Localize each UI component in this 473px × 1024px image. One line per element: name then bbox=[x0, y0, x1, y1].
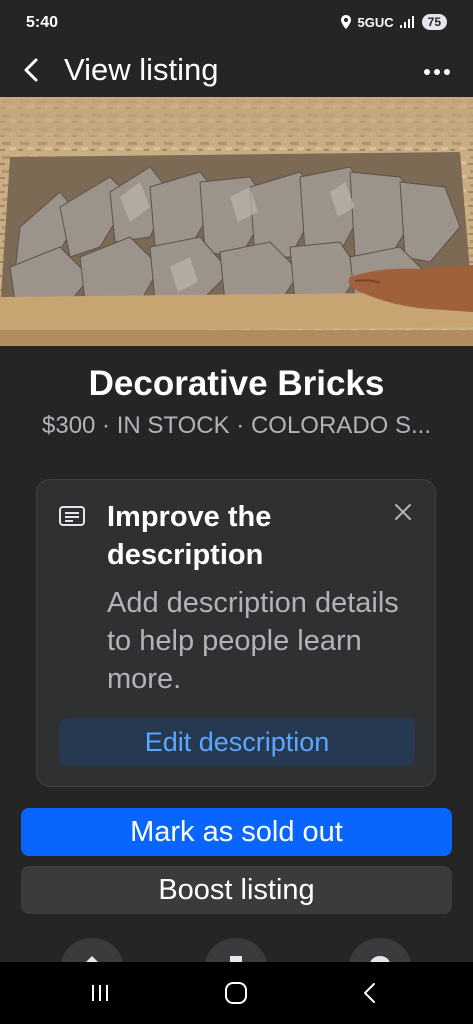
action-button-share[interactable] bbox=[60, 938, 124, 962]
listing-photo-image bbox=[0, 97, 473, 346]
actions-row bbox=[0, 938, 473, 962]
status-time: 5:40 bbox=[26, 14, 59, 31]
page-title: View listing bbox=[64, 52, 219, 87]
status-icons: 5GUC 75 bbox=[340, 14, 447, 30]
close-card-button[interactable] bbox=[389, 498, 417, 526]
more-options-icon bbox=[424, 69, 450, 75]
location-icon bbox=[340, 15, 351, 29]
status-bar: 5:40 5GUC 75 bbox=[0, 0, 473, 46]
signal-icon bbox=[399, 16, 414, 28]
improve-description-card: Improve the description Add description … bbox=[36, 479, 436, 787]
recent-apps-icon bbox=[92, 985, 108, 1001]
network-label: 5GUC bbox=[357, 14, 394, 30]
action-button-save[interactable] bbox=[204, 938, 268, 962]
mark-sold-out-button[interactable]: Mark as sold out bbox=[21, 808, 452, 856]
battery-indicator: 75 bbox=[421, 14, 447, 30]
listing-title: Decorative Bricks bbox=[88, 364, 385, 403]
close-icon bbox=[395, 504, 411, 520]
header: View listing bbox=[0, 46, 473, 96]
system-nav-bar bbox=[0, 962, 473, 1024]
home-icon bbox=[225, 982, 247, 1004]
boost-listing-button[interactable]: Boost listing bbox=[21, 866, 452, 914]
listing-subtitle: $300 · IN STOCK · COLORADO S... bbox=[42, 412, 431, 439]
card-body: Add description details to help people l… bbox=[107, 587, 399, 695]
card-title: Improve the description bbox=[107, 501, 272, 571]
listing-photo[interactable] bbox=[0, 97, 473, 346]
home-button[interactable] bbox=[216, 976, 256, 1010]
share-icon bbox=[86, 956, 98, 962]
description-icon bbox=[59, 506, 85, 526]
message-icon bbox=[370, 956, 390, 962]
recent-apps-button[interactable] bbox=[80, 976, 120, 1010]
back-chevron-icon bbox=[24, 58, 38, 82]
action-button-message[interactable] bbox=[348, 938, 412, 962]
more-options-button[interactable] bbox=[419, 54, 455, 90]
back-icon bbox=[364, 983, 375, 1003]
back-button[interactable] bbox=[14, 52, 50, 88]
system-back-button[interactable] bbox=[350, 976, 390, 1010]
bag-icon bbox=[230, 956, 242, 962]
edit-description-button[interactable]: Edit description bbox=[59, 718, 415, 766]
